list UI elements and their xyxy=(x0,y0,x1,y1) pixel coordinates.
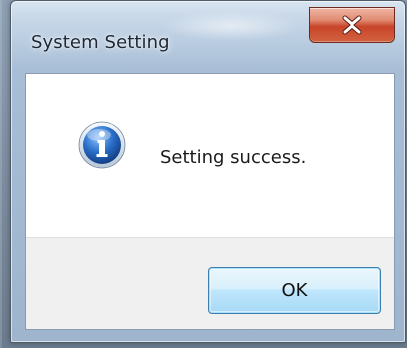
message-text: Setting success. xyxy=(160,147,307,168)
info-icon xyxy=(78,121,126,169)
window-title: System Setting xyxy=(31,32,170,53)
close-icon xyxy=(342,15,362,35)
close-button[interactable] xyxy=(309,7,395,43)
dialog-window: System Setting Setting success. OK xyxy=(10,0,406,343)
ok-button[interactable]: OK xyxy=(208,267,381,314)
title-bar-glass xyxy=(161,11,301,41)
dialog-client-area: Setting success. OK xyxy=(25,73,395,330)
message-area: Setting success. xyxy=(26,74,394,237)
button-bar: OK xyxy=(26,237,394,329)
